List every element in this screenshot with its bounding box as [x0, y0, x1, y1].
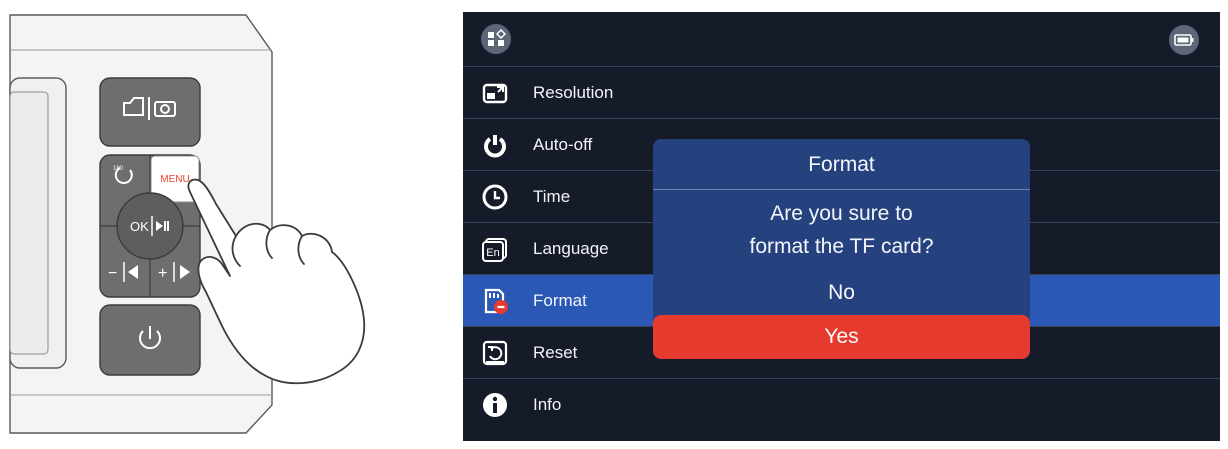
menu-item-label: Reset — [533, 343, 578, 362]
battery-icon — [1169, 25, 1199, 55]
menu-label: MENU — [160, 174, 189, 185]
menu-item-label: Info — [533, 395, 562, 414]
ok-label: OK — [130, 219, 149, 234]
dialog-title: Format — [808, 153, 875, 176]
device-illustration: 180 MENU OK − + — [9, 14, 366, 434]
menu-item-label: Time — [533, 187, 571, 206]
dialog-divider — [653, 189, 1030, 190]
menu-grid-icon[interactable] — [481, 24, 511, 54]
language-icon: En — [482, 238, 507, 262]
clock-icon — [482, 184, 508, 210]
svg-text:180: 180 — [113, 166, 124, 172]
info-icon — [483, 393, 507, 417]
top-bar — [463, 12, 1220, 66]
power-button[interactable] — [99, 304, 201, 376]
plus-label: + — [158, 265, 167, 282]
camera-screen: Resolution Auto-off Time En Language For… — [463, 12, 1220, 441]
video-photo-mode-button[interactable] — [99, 77, 201, 147]
menu-item-label: Format — [533, 291, 587, 310]
yes-button[interactable]: Yes — [653, 315, 1030, 359]
svg-text:En: En — [486, 247, 499, 259]
rotate-180-button[interactable]: 180 — [101, 156, 149, 196]
sd-card-format-icon — [484, 288, 508, 314]
menu-item-info[interactable]: Info — [463, 379, 1220, 431]
menu-item-label: Resolution — [533, 83, 614, 102]
dialog-message: Are you sure to format the TF card? — [749, 202, 934, 258]
reset-icon — [482, 340, 508, 366]
resolution-icon — [482, 83, 508, 104]
format-confirm-dialog: Format Are you sure to format the TF car… — [653, 139, 1030, 359]
power-icon — [484, 135, 506, 158]
no-button[interactable]: No — [653, 272, 1030, 314]
minus-label: − — [108, 265, 117, 282]
menu-item-label: Language — [533, 239, 609, 258]
ok-play-button[interactable]: OK — [116, 192, 184, 260]
menu-item-label: Auto-off — [533, 135, 593, 154]
menu-item-resolution[interactable]: Resolution — [463, 67, 1220, 119]
